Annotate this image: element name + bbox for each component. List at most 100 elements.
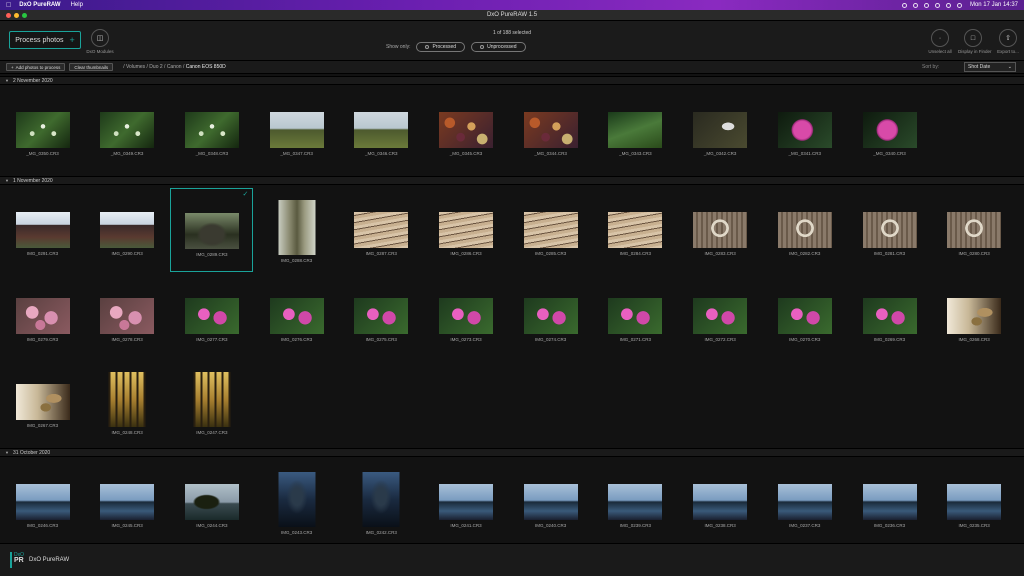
filter-processed-button[interactable]: Processed: [416, 42, 466, 52]
photo-tile[interactable]: IMG_0248.CR3: [86, 360, 169, 444]
date-group-header[interactable]: ▼ 31 October 2020: [0, 448, 1024, 457]
photo-tile[interactable]: IMG_0241.CR3: [425, 460, 508, 543]
photo-thumbnail[interactable]: [15, 212, 70, 248]
photo-tile[interactable]: _MG_0344.CR3: [509, 88, 592, 172]
photo-thumbnail[interactable]: [354, 212, 409, 248]
minimize-window-button[interactable]: [14, 13, 19, 18]
photo-tile[interactable]: IMG_0277.CR3: [170, 274, 253, 358]
photo-tile[interactable]: IMG_0278.CR3: [86, 274, 169, 358]
status-icon[interactable]: [901, 2, 907, 8]
photo-tile[interactable]: IMG_0237.CR3: [763, 460, 846, 543]
photo-thumbnail[interactable]: [523, 112, 578, 148]
photo-thumbnail[interactable]: [862, 212, 917, 248]
photo-tile[interactable]: _MG_0349.CR3: [86, 88, 169, 172]
photo-thumbnail[interactable]: [184, 213, 239, 249]
photo-thumbnail[interactable]: [100, 484, 155, 520]
collapse-triangle-icon[interactable]: ▼: [5, 450, 9, 455]
photo-thumbnail[interactable]: [693, 484, 748, 520]
menubar-clock[interactable]: Mon 17 Jan 14:37: [970, 2, 1018, 8]
photo-thumbnail[interactable]: [193, 372, 231, 427]
photo-tile[interactable]: IMG_0242.CR3: [340, 460, 423, 543]
photo-tile[interactable]: IMG_0283.CR3: [679, 188, 762, 272]
breadcrumb-path[interactable]: / Volumes / Duo 2 / Canon /: [123, 64, 184, 70]
photo-thumbnail[interactable]: [608, 212, 663, 248]
photo-thumbnail[interactable]: [354, 112, 409, 148]
photo-thumbnail[interactable]: [608, 298, 663, 334]
photo-thumbnail[interactable]: [100, 212, 155, 248]
photo-tile[interactable]: IMG_0245.CR3: [86, 460, 169, 543]
photo-thumbnail[interactable]: [862, 298, 917, 334]
photo-tile[interactable]: IMG_0267.CR3: [1, 360, 84, 444]
photo-thumbnail[interactable]: [608, 484, 663, 520]
photo-thumbnail[interactable]: [15, 298, 70, 334]
photo-tile[interactable]: IMG_0271.CR3: [594, 274, 677, 358]
photo-thumbnail[interactable]: [523, 484, 578, 520]
photo-thumbnail[interactable]: [777, 298, 832, 334]
photo-thumbnail[interactable]: [947, 484, 1002, 520]
photo-tile[interactable]: IMG_0236.CR3: [848, 460, 931, 543]
photo-tile[interactable]: _MG_0343.CR3: [594, 88, 677, 172]
photo-thumbnail[interactable]: [862, 112, 917, 148]
add-photos-button[interactable]: + Add photos to process: [6, 63, 66, 71]
photo-tile[interactable]: IMG_0273.CR3: [425, 274, 508, 358]
photo-thumbnail[interactable]: [269, 112, 324, 148]
photo-thumbnail[interactable]: [693, 298, 748, 334]
photo-thumbnail[interactable]: [278, 472, 316, 527]
sort-by-select[interactable]: Shot Date ⌄: [964, 62, 1016, 72]
photo-thumbnail[interactable]: [100, 298, 155, 334]
photo-tile[interactable]: IMG_0285.CR3: [509, 188, 592, 272]
photo-thumbnail[interactable]: [439, 112, 493, 148]
wifi-icon[interactable]: [934, 2, 940, 8]
photo-tile[interactable]: IMG_0269.CR3: [848, 274, 931, 358]
photo-thumbnail[interactable]: [184, 112, 239, 148]
photo-tile[interactable]: IMG_0275.CR3: [340, 274, 423, 358]
photo-thumbnail[interactable]: [278, 200, 316, 255]
photo-tile[interactable]: IMG_0290.CR3: [86, 188, 169, 272]
battery-icon[interactable]: [945, 2, 951, 8]
photo-thumbnail[interactable]: [523, 298, 578, 334]
photo-thumbnail[interactable]: [362, 472, 400, 527]
photo-tile[interactable]: IMG_0270.CR3: [763, 274, 846, 358]
filter-unprocessed-button[interactable]: Unprocessed: [471, 42, 526, 52]
photo-tile[interactable]: IMG_0291.CR3: [1, 188, 84, 272]
menu-help[interactable]: Help: [71, 2, 83, 8]
status-icon[interactable]: [923, 2, 929, 8]
photo-thumbnail[interactable]: [439, 484, 493, 520]
photo-thumbnail[interactable]: [608, 112, 663, 148]
photo-tile[interactable]: IMG_0240.CR3: [509, 460, 592, 543]
photo-tile[interactable]: IMG_0287.CR3: [340, 188, 423, 272]
photo-thumbnail[interactable]: [947, 212, 1002, 248]
photo-tile[interactable]: _MG_0342.CR3: [679, 88, 762, 172]
photo-thumbnail[interactable]: [777, 112, 832, 148]
photo-tile[interactable]: IMG_0235.CR3: [933, 460, 1016, 543]
status-icon[interactable]: [912, 2, 918, 8]
photo-thumbnail[interactable]: [269, 298, 324, 334]
photo-tile[interactable]: IMG_0246.CR3: [1, 460, 84, 543]
photo-thumbnail[interactable]: [15, 484, 70, 520]
photo-tile[interactable]: IMG_0289.CR3 ✓: [170, 188, 254, 272]
photo-thumbnail[interactable]: [108, 372, 146, 427]
photo-tile[interactable]: _MG_0340.CR3: [848, 88, 931, 172]
date-group-header[interactable]: ▼ 2 November 2020: [0, 76, 1024, 85]
photo-thumbnail[interactable]: [184, 298, 239, 334]
search-icon[interactable]: [956, 2, 962, 8]
photo-thumbnail[interactable]: [354, 298, 409, 334]
photo-thumbnail[interactable]: [439, 298, 493, 334]
photo-thumbnail[interactable]: [693, 212, 748, 248]
export-to-button[interactable]: ⇧ Export to...: [993, 29, 1023, 54]
photo-tile[interactable]: IMG_0274.CR3: [509, 274, 592, 358]
photo-tile[interactable]: _MG_0350.CR3: [1, 88, 84, 172]
photo-thumbnail[interactable]: [523, 212, 578, 248]
photo-thumbnail[interactable]: [439, 212, 493, 248]
photo-grid[interactable]: ▼ 2 November 2020 _MG_0350.CR3 _MG_0349.CR3…: [0, 74, 1024, 543]
photo-tile[interactable]: IMG_0280.CR3: [933, 188, 1016, 272]
unselect-all-button[interactable]: · Unselect all: [925, 29, 955, 54]
apple-menu-icon[interactable]: : [6, 2, 11, 9]
photo-tile[interactable]: _MG_0348.CR3: [170, 88, 253, 172]
zoom-window-button[interactable]: [22, 13, 27, 18]
photo-tile[interactable]: IMG_0279.CR3: [1, 274, 84, 358]
photo-tile[interactable]: IMG_0281.CR3: [848, 188, 931, 272]
photo-thumbnail[interactable]: [777, 484, 832, 520]
photo-tile[interactable]: IMG_0272.CR3: [679, 274, 762, 358]
photo-thumbnail[interactable]: [15, 112, 70, 148]
